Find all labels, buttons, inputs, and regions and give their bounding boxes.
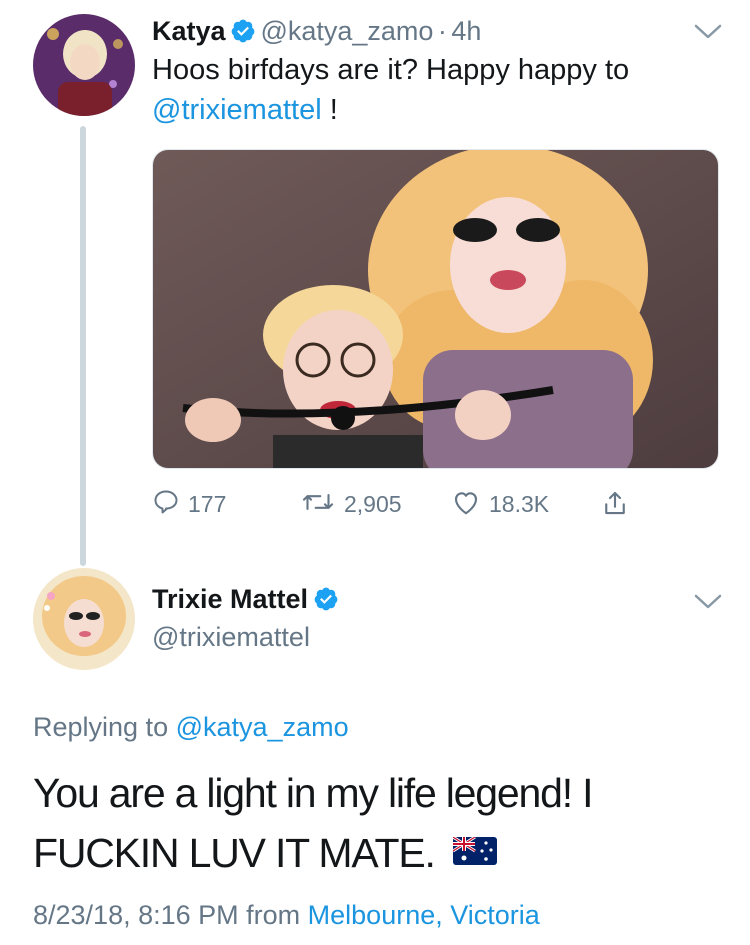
like-count: 18.3K — [489, 491, 550, 517]
katya-handle[interactable]: @katya_zamo — [260, 16, 433, 46]
katya-avatar[interactable] — [33, 14, 135, 116]
thread-connector-line — [80, 126, 86, 566]
australia-flag-icon — [452, 822, 497, 880]
trixie-handle[interactable]: @trixiemattel — [152, 622, 310, 653]
share-button[interactable] — [600, 488, 630, 523]
tweet1-timestamp[interactable]: 4h — [451, 16, 481, 46]
tweet1-media-image[interactable] — [152, 149, 719, 469]
tweet1-body: Hoos birfdays are it? Happy happy to @tr… — [152, 50, 712, 130]
tweet2-meta: 8/23/18, 8:16 PM from Melbourne, Victori… — [33, 900, 540, 931]
tweet2-body: You are a light in my life legend! I FUC… — [33, 764, 733, 882]
tweet1-chevron-down-icon[interactable] — [692, 22, 724, 47]
location-link[interactable]: Melbourne, Victoria — [308, 900, 540, 930]
tweet2-header: Trixie Mattel — [152, 584, 339, 617]
like-button[interactable]: 18.3K — [451, 488, 549, 521]
replying-to-label: Replying to — [33, 712, 169, 742]
tweet2-text-line2: FUCKIN LUV IT MATE. — [33, 830, 436, 876]
tweet1-text-end: ! — [321, 94, 338, 126]
trixie-mention-link[interactable]: @trixiemattel — [152, 94, 322, 126]
tweet1-text-line1: Hoos birfdays are it? Happy happy to — [152, 54, 630, 86]
reply-count: 177 — [188, 491, 227, 517]
reply-button[interactable]: 177 — [152, 488, 226, 521]
replying-to-line: Replying to @katya_zamo — [33, 712, 349, 743]
retweet-icon — [300, 488, 336, 521]
share-icon — [600, 488, 630, 523]
heart-icon — [451, 488, 481, 521]
tweet2-datetime[interactable]: 8/23/18, 8:16 PM from — [33, 900, 300, 930]
verified-badge-icon — [313, 586, 339, 617]
tweet1-header: Katya @katya_zamo · 4h — [152, 16, 481, 49]
reply-icon — [152, 488, 180, 521]
tweet2-chevron-down-icon[interactable] — [692, 592, 724, 617]
trixie-avatar[interactable] — [33, 568, 135, 670]
katya-display-name[interactable]: Katya — [152, 16, 226, 46]
verified-badge-icon — [230, 18, 256, 49]
replying-to-handle-link[interactable]: @katya_zamo — [176, 712, 349, 742]
trixie-display-name[interactable]: Trixie Mattel — [152, 584, 308, 614]
retweet-count: 2,905 — [344, 491, 402, 517]
tweet2-text-line1: You are a light in my life legend! I — [33, 770, 593, 816]
tweet1-action-bar: 177 2,905 18.3K — [152, 488, 652, 528]
retweet-button[interactable]: 2,905 — [300, 488, 402, 521]
time-separator: · — [437, 16, 447, 46]
